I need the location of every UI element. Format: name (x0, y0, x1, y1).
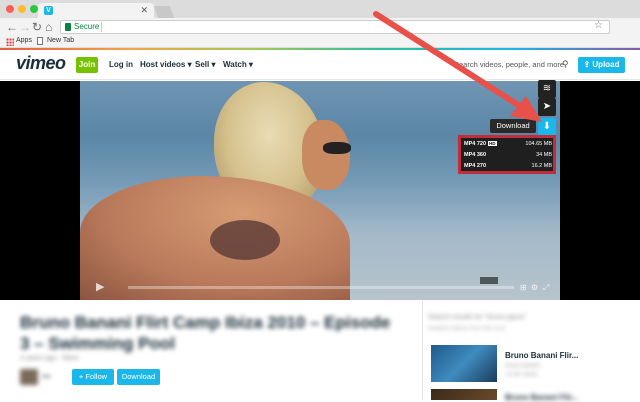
back-icon[interactable]: ← (6, 19, 18, 35)
site-header: vimeo Join Log in Host videos ▾ Sell ▾ W… (0, 50, 640, 80)
address-bar[interactable]: Secure ☆ (60, 20, 610, 34)
download-option-270[interactable]: MP4 270 16.2 MB (464, 161, 552, 171)
browser-tab-active[interactable]: V ✕ (38, 3, 154, 18)
browser-toolbar: ← → ↻ ⌂ Secure ☆ ⬇ ⋮ (0, 18, 640, 50)
file-size: 34 MB (536, 152, 552, 158)
video-content-swimsuit (210, 220, 280, 260)
play-icon[interactable]: ▶ (96, 280, 104, 293)
upload-button[interactable]: ⇪ Upload (578, 57, 625, 73)
download-icon[interactable]: ⬇ (538, 118, 556, 136)
search-input[interactable]: Search videos, people, and more ⚲ (448, 56, 572, 74)
file-size: 16.2 MB (531, 163, 552, 169)
hd-icon[interactable]: ⊞ (520, 283, 527, 292)
bookmark-star-icon[interactable]: ☆ (594, 20, 603, 31)
collections-stack-icon[interactable]: ≋ (538, 80, 556, 98)
reload-icon[interactable]: ↻ (32, 19, 42, 35)
progress-bar[interactable] (128, 286, 514, 289)
new-tab-button[interactable] (153, 6, 175, 18)
related-subheading: Related videos from this user (428, 326, 506, 332)
quality-label: MP4 720 (464, 141, 487, 147)
close-window-button[interactable] (6, 5, 14, 13)
related-meta-1: 76.3K views (505, 372, 538, 378)
video-title: Bruno Banani Flirt Camp Ibiza 2010 – Epi… (20, 313, 391, 353)
avatar[interactable] (20, 369, 38, 385)
host-videos-menu[interactable]: Host videos ▾ (140, 60, 192, 69)
uploader-name[interactable]: ••• (42, 372, 50, 381)
page-icon (37, 37, 43, 45)
bookmark-apps[interactable]: Apps (16, 37, 32, 44)
watch-menu[interactable]: Watch ▾ (223, 60, 253, 69)
sell-menu[interactable]: Sell ▾ (195, 60, 215, 69)
settings-gear-icon[interactable]: ⚙ (531, 283, 538, 292)
search-placeholder: Search videos, people, and more (454, 60, 565, 69)
upload-label: Upload (592, 60, 620, 69)
home-icon[interactable]: ⌂ (45, 19, 52, 35)
bookmarks-bar: Apps New Tab (0, 36, 640, 48)
fullscreen-icon[interactable]: ⤢ (543, 283, 549, 293)
video-content-sunglasses (323, 142, 351, 154)
download-tooltip: Download (490, 119, 536, 133)
share-paperplane-icon[interactable]: ➤ (538, 98, 556, 116)
video-meta: 4 years ago · More (20, 355, 79, 362)
lock-icon (65, 23, 71, 31)
browser-titlebar: V ✕ (0, 0, 640, 18)
download-options-menu: MP4 720 HD 104.65 MB MP4 360 34 MB MP4 27… (458, 135, 556, 174)
hd-badge: HD (488, 141, 497, 146)
related-title-1[interactable]: Bruno Banani Flir... (505, 351, 578, 360)
follow-button[interactable]: + Follow (72, 369, 114, 385)
related-thumbnail-1[interactable] (431, 345, 497, 382)
address-divider (101, 22, 102, 32)
minimize-window-button[interactable] (18, 5, 26, 13)
bookmark-new-tab[interactable]: New Tab (47, 37, 74, 44)
time-display (480, 277, 498, 284)
quality-label: MP4 360 (464, 152, 487, 158)
forward-icon[interactable]: → (19, 19, 31, 35)
secure-label: Secure (74, 22, 100, 31)
maximize-window-button[interactable] (30, 5, 38, 13)
close-tab-icon[interactable]: ✕ (140, 5, 148, 16)
file-size: 104.65 MB (525, 141, 552, 147)
quality-label: MP4 270 (464, 163, 487, 169)
apps-grid-icon (6, 38, 14, 46)
search-icon[interactable]: ⚲ (562, 59, 569, 70)
related-heading: Search results for "bruno ganzi" (428, 314, 527, 321)
download-option-720[interactable]: MP4 720 HD 104.65 MB (464, 139, 552, 149)
video-content-face (302, 120, 350, 190)
download-option-360[interactable]: MP4 360 34 MB (464, 150, 552, 160)
join-button[interactable]: Join (76, 57, 98, 73)
vimeo-logo[interactable]: vimeo (16, 53, 66, 74)
vimeo-favicon-icon: V (44, 6, 53, 15)
related-desc-1: bruno banani (505, 363, 541, 369)
related-thumbnail-2[interactable] (431, 389, 497, 400)
sidebar-divider (422, 300, 423, 400)
login-link[interactable]: Log in (109, 60, 133, 69)
related-title-2[interactable]: Bruno Banani Flir... (505, 393, 578, 402)
download-button[interactable]: Download (117, 369, 160, 385)
